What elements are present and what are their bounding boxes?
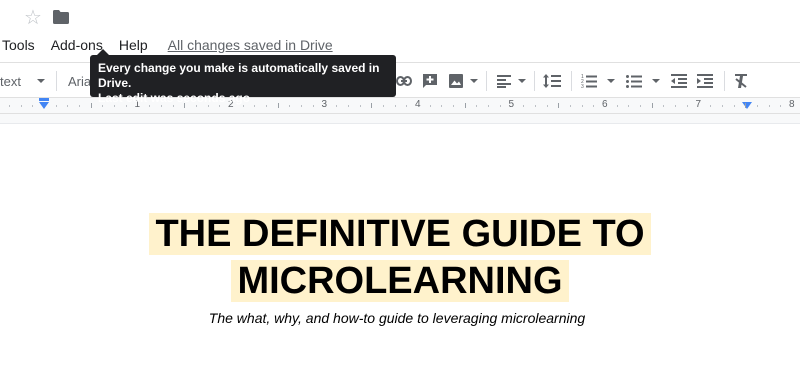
insert-image-button[interactable] <box>448 63 478 99</box>
title-text-2: MICROLEARNING <box>231 260 569 302</box>
ruler-tick <box>686 105 688 107</box>
ruler-tick <box>441 105 443 107</box>
font-label: Aria <box>68 73 92 89</box>
ruler-tick <box>710 105 712 107</box>
ruler-tick <box>406 105 408 107</box>
ruler-tick <box>651 103 653 108</box>
title-text-1: THE DEFINITIVE GUIDE TO <box>149 213 651 255</box>
increase-indent-icon <box>697 74 713 88</box>
bulleted-list-icon <box>626 75 642 88</box>
ruler-tick <box>768 105 770 107</box>
ruler-tick <box>476 105 478 107</box>
line-spacing-button[interactable] <box>543 63 561 99</box>
ruler-tick <box>523 105 525 107</box>
line-spacing-icon <box>543 74 561 88</box>
ruler-tick <box>488 105 490 107</box>
ruler-tick <box>756 105 758 107</box>
numbered-list-button[interactable]: 1 2 3 <box>581 63 615 99</box>
ruler-tick <box>464 103 466 108</box>
ruler-tick <box>429 105 431 107</box>
document-subtitle[interactable]: The what, why, and how-to guide to lever… <box>0 310 794 326</box>
ruler-tick <box>90 103 92 108</box>
ruler-tick <box>499 105 501 107</box>
autosave-tooltip: Every change you make is automatically s… <box>90 55 396 105</box>
chevron-down-icon <box>518 79 526 83</box>
ruler-number: 7 <box>695 99 702 110</box>
ruler-tick <box>593 105 595 107</box>
bulleted-list-button[interactable] <box>626 63 660 99</box>
ruler-number: 6 <box>602 99 608 110</box>
ruler-tick <box>628 105 630 107</box>
clear-formatting-icon <box>735 74 747 88</box>
tooltip-line-2: Last edit was seconds ago <box>98 91 251 105</box>
toolbar-divider <box>724 71 725 91</box>
menu-tools[interactable]: Tools <box>2 37 35 53</box>
ruler-tick <box>640 105 642 107</box>
toolbar-divider <box>56 71 57 91</box>
saved-status-link[interactable]: All changes saved in Drive <box>168 37 333 53</box>
ruler-tick <box>534 105 536 107</box>
menu-help[interactable]: Help <box>119 37 148 53</box>
ruler-tick <box>675 105 677 107</box>
chevron-down-icon <box>652 79 660 83</box>
chevron-down-icon <box>36 79 45 83</box>
folder-icon[interactable] <box>53 10 69 24</box>
clear-formatting-button[interactable] <box>733 63 749 99</box>
font-dropdown[interactable]: Aria <box>68 63 91 99</box>
decrease-indent-button[interactable] <box>671 63 687 99</box>
top-bar: ☆ Tools Add-ons Help All changes saved i… <box>0 0 800 62</box>
insert-link-button[interactable] <box>396 63 412 99</box>
ruler-tick <box>32 105 34 107</box>
chevron-down-icon <box>607 79 615 83</box>
numbered-list-icon: 1 2 3 <box>581 74 597 88</box>
insert-comment-icon <box>423 74 437 88</box>
tooltip-line-1: Every change you make is automatically s… <box>98 61 380 90</box>
ruler-tick <box>453 105 455 107</box>
ruler-tick <box>780 105 782 107</box>
ruler-tick <box>745 103 747 108</box>
ruler-tick <box>79 105 81 107</box>
toolbar-divider <box>486 71 487 91</box>
svg-text:3: 3 <box>581 84 584 88</box>
insert-image-icon <box>449 74 463 88</box>
ruler-tick <box>733 105 735 107</box>
menu-add-ons[interactable]: Add-ons <box>51 37 103 53</box>
ruler-tick <box>546 105 548 107</box>
ruler-tick <box>616 105 618 107</box>
ruler-number: 5 <box>508 99 515 110</box>
ruler-tick <box>67 105 69 107</box>
insert-comment-button[interactable] <box>422 63 438 99</box>
document-title-line-2[interactable]: MICROLEARNING <box>0 258 800 304</box>
increase-indent-button[interactable] <box>697 63 713 99</box>
toolbar-divider <box>534 71 535 91</box>
ruler-tick <box>663 105 665 107</box>
align-button[interactable] <box>496 63 526 99</box>
right-indent-marker[interactable] <box>742 102 752 109</box>
ruler-tick <box>581 105 583 107</box>
ruler-number: 8 <box>789 99 795 110</box>
link-icon <box>396 76 412 86</box>
first-line-indent-marker[interactable] <box>39 98 49 101</box>
ruler-tick <box>55 105 57 107</box>
star-icon[interactable]: ☆ <box>24 6 42 30</box>
left-indent-marker[interactable] <box>39 102 49 109</box>
ruler-tick <box>20 105 22 107</box>
toolbar-divider <box>571 71 572 91</box>
paragraph-style-label: text <box>0 73 21 89</box>
ruler-tick <box>721 105 723 107</box>
paragraph-style-dropdown[interactable]: text <box>0 63 45 99</box>
document-title-line-1[interactable]: THE DEFINITIVE GUIDE TO <box>0 211 800 257</box>
ruler-tick <box>394 105 396 107</box>
chevron-down-icon <box>470 79 478 83</box>
menu-bar: Tools Add-ons Help All changes saved in … <box>0 36 333 54</box>
ruler-tick <box>558 103 560 108</box>
decrease-indent-icon <box>671 74 687 88</box>
ruler-tick <box>569 105 571 107</box>
align-left-icon <box>497 75 511 88</box>
ruler-number: 4 <box>415 99 421 110</box>
ruler-tick <box>8 105 10 107</box>
